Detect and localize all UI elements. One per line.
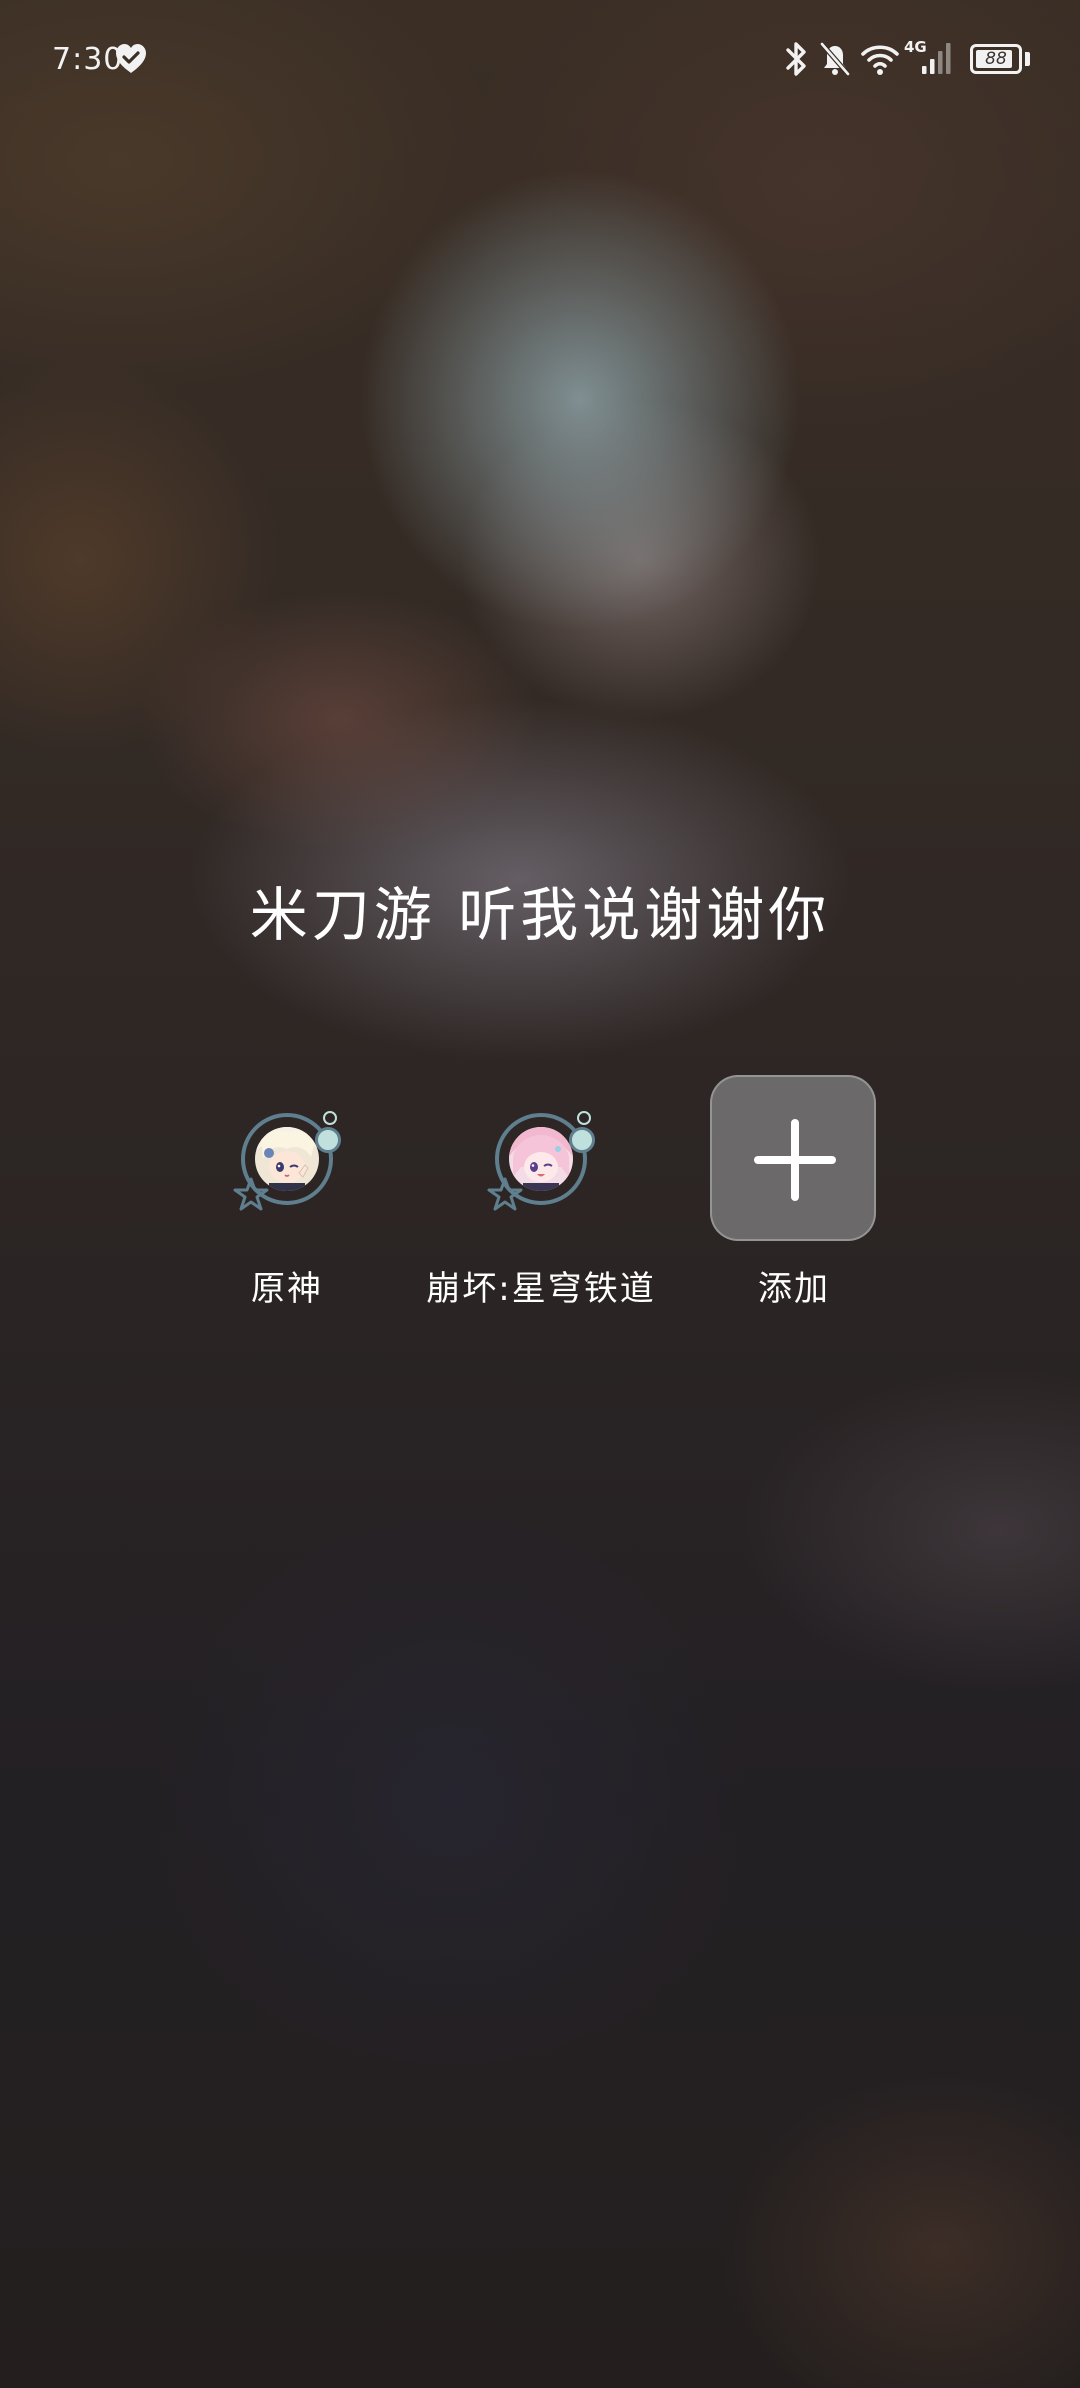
heart-icon bbox=[116, 44, 146, 73]
bluetooth-icon bbox=[786, 42, 806, 76]
battery-level: 88 bbox=[985, 49, 1007, 69]
star-decoration bbox=[233, 1177, 269, 1211]
shortcut-starrail[interactable]: 崩坏:星穹铁道 bbox=[421, 1075, 661, 1309]
battery-icon: 88 bbox=[970, 44, 1022, 74]
lock-screen: 7:30 4G 88 米刀游 听我说谢谢你 原神 崩坏:星穹铁道 添加 bbox=[0, 0, 1080, 2388]
star-decoration bbox=[487, 1177, 523, 1211]
shortcut-row: 原神 崩坏:星穹铁道 添加 bbox=[0, 1075, 1080, 1315]
add-button[interactable] bbox=[710, 1075, 878, 1243]
genshin-avatar-icon[interactable] bbox=[203, 1075, 371, 1243]
lock-screen-message: 米刀游 听我说谢谢你 bbox=[249, 881, 831, 949]
status-time: 7:30 bbox=[52, 42, 124, 77]
bell-muted-icon bbox=[820, 42, 850, 76]
shortcut-add[interactable]: 添加 bbox=[674, 1075, 914, 1309]
status-bar: 7:30 4G 88 bbox=[0, 0, 1080, 120]
battery-cap bbox=[1025, 52, 1030, 66]
shortcut-label: 添加 bbox=[758, 1269, 830, 1309]
wifi-icon bbox=[861, 45, 899, 75]
starrail-avatar-icon[interactable] bbox=[457, 1075, 625, 1243]
add-tile[interactable] bbox=[710, 1075, 876, 1241]
signal-icon bbox=[922, 43, 951, 74]
shortcut-genshin[interactable]: 原神 bbox=[167, 1075, 407, 1309]
